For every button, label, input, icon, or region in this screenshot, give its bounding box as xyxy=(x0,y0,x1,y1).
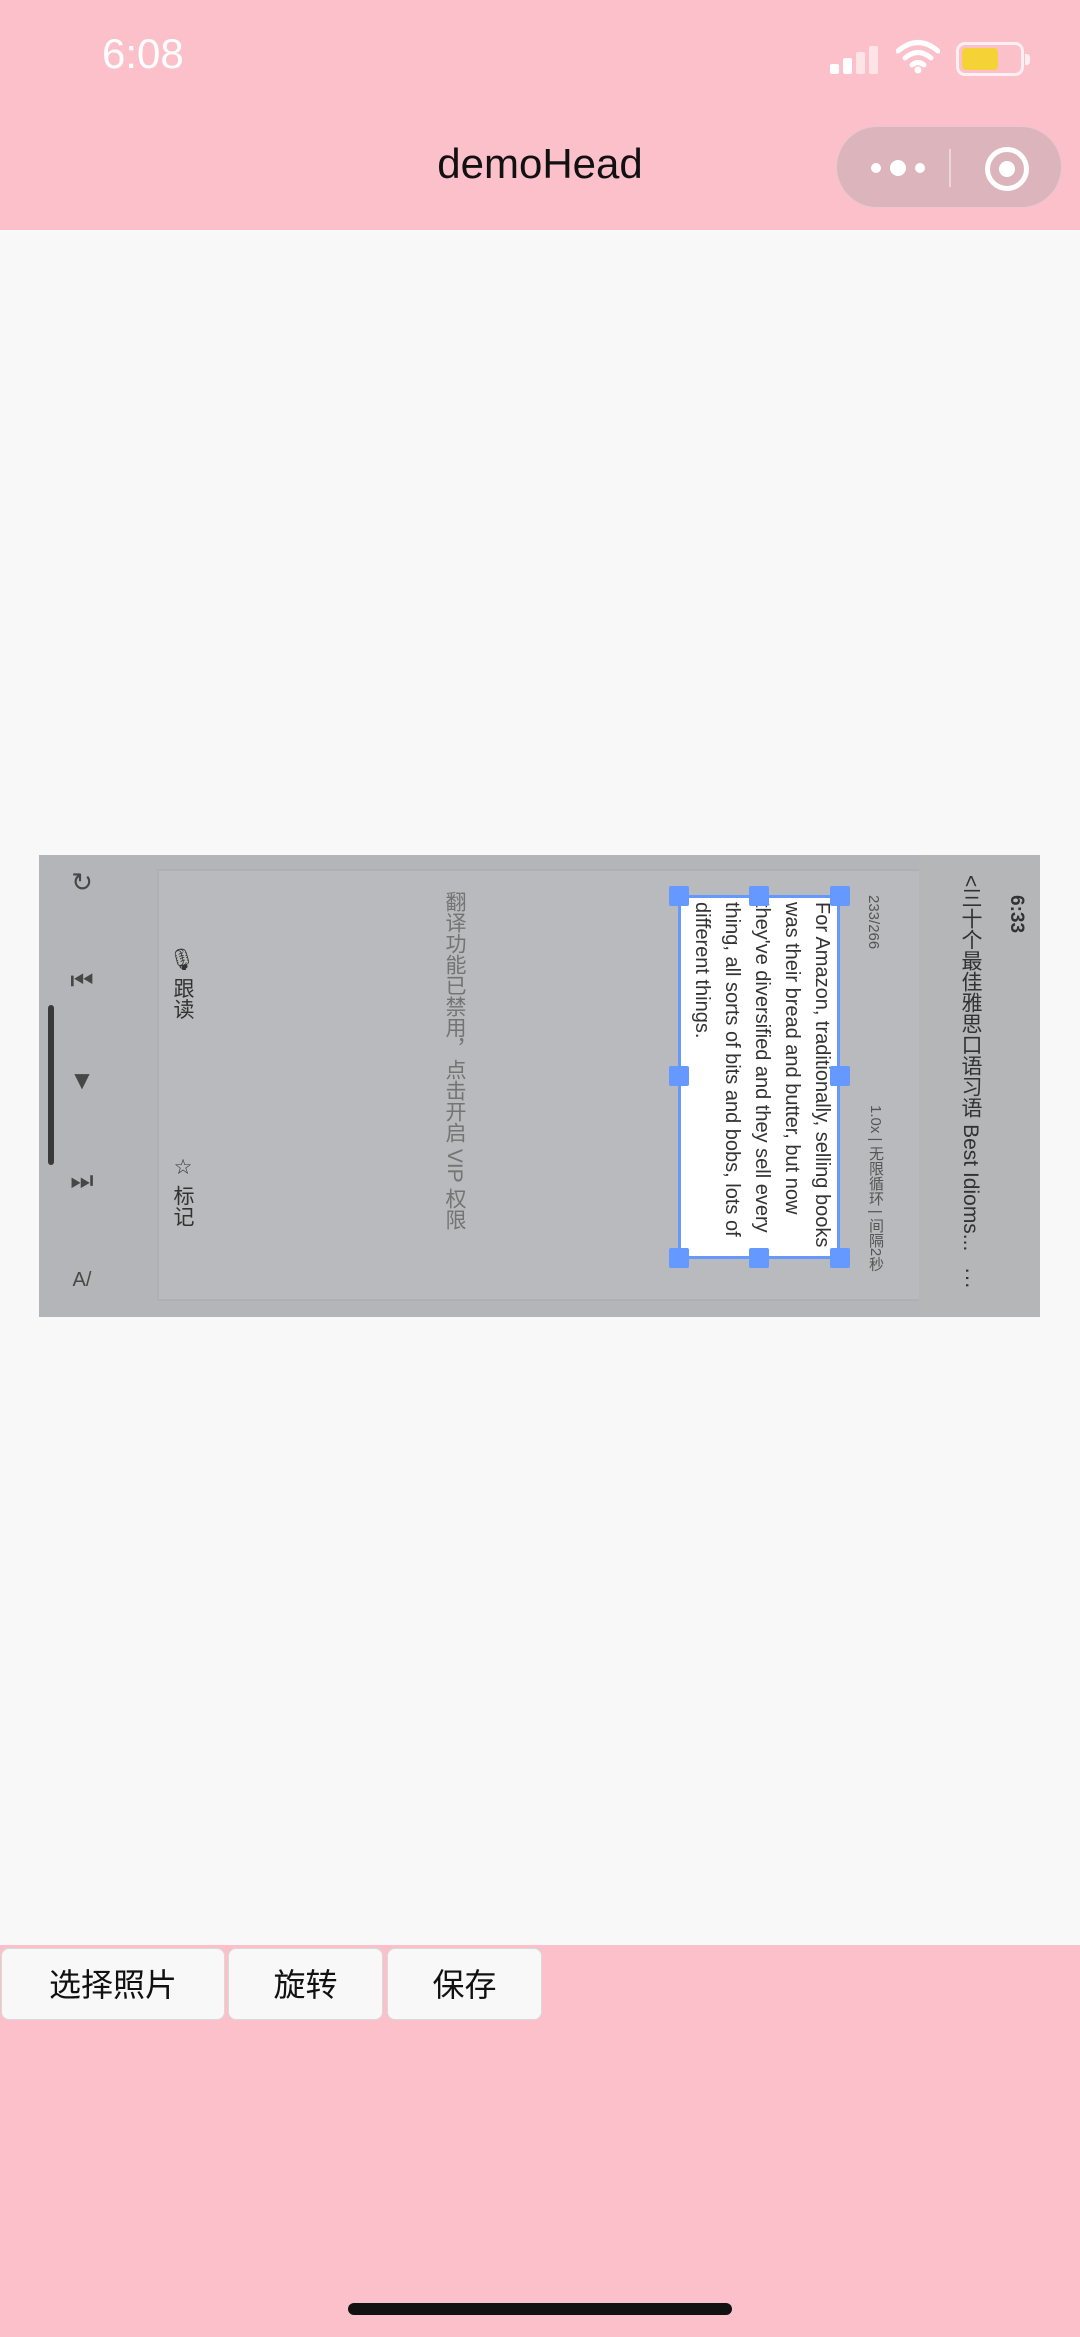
selected-text: For Amazon, traditionally, selling books… xyxy=(691,902,833,1248)
wifi-icon xyxy=(896,40,940,74)
battery-icon xyxy=(956,42,1030,76)
bottom-toolbar: 选择照片 旋转 保存 xyxy=(0,1945,1080,2337)
crop-handle-top-right[interactable] xyxy=(830,886,850,906)
more-options-button[interactable] xyxy=(871,155,925,181)
crop-handle-top-left[interactable] xyxy=(669,886,689,906)
crop-selection-box[interactable]: For Amazon, traditionally, selling books… xyxy=(678,895,840,1259)
crop-handle-bottom-right[interactable] xyxy=(830,1248,850,1268)
source-photo[interactable]: ↻ ⏮ ▼ ⏭ A/ 🎙 跟读 ☆ 标记 翻译功能已禁用，点击开启 VIP 权限… xyxy=(39,855,1040,1317)
signal-icon xyxy=(830,46,878,74)
home-indicator[interactable] xyxy=(348,2303,732,2315)
crop-handle-top-mid[interactable] xyxy=(749,886,769,906)
dim-overlay xyxy=(39,855,1040,1317)
capsule-divider xyxy=(949,149,951,187)
status-time: 6:08 xyxy=(102,30,184,77)
navigation-header: 6:08 demoHead xyxy=(0,0,1080,230)
crop-handle-bottom-left[interactable] xyxy=(669,1248,689,1268)
crop-handle-bottom-mid[interactable] xyxy=(749,1248,769,1268)
save-button[interactable]: 保存 xyxy=(387,1948,542,2020)
choose-photo-button[interactable]: 选择照片 xyxy=(1,1948,225,2020)
mini-program-capsule xyxy=(836,126,1062,208)
crop-handle-mid-left[interactable] xyxy=(669,1066,689,1086)
close-target-icon[interactable] xyxy=(985,147,1029,191)
crop-handle-mid-right[interactable] xyxy=(830,1066,850,1086)
rotate-button[interactable]: 旋转 xyxy=(228,1948,383,2020)
